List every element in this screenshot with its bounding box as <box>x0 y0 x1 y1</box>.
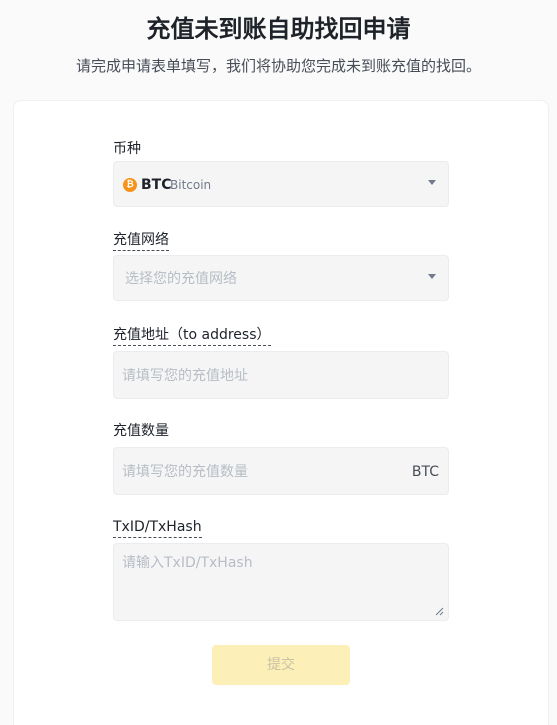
network-select[interactable]: 选择您的充值网络 <box>113 255 449 301</box>
network-placeholder: 选择您的充值网络 <box>125 271 237 287</box>
network-label: 充值网络 <box>113 231 169 251</box>
amount-input[interactable]: 请填写您的充值数量 BTC <box>113 447 449 495</box>
address-label: 充值地址（to address） <box>113 326 271 346</box>
txid-textarea[interactable]: 请输入TxID/TxHash <box>113 543 449 621</box>
page: 充值未到账自助找回申请 请完成申请表单填写，我们将协助您完成未到账充值的找回。 … <box>0 0 557 725</box>
caret-down-icon <box>428 274 436 279</box>
amount-placeholder: 请填写您的充值数量 <box>122 464 248 480</box>
coin-label: 币种 <box>113 141 141 157</box>
amount-unit: BTC <box>411 464 439 480</box>
page-subtitle: 请完成申请表单填写，我们将协助您完成未到账充值的找回。 <box>75 57 481 75</box>
coin-name: Bitcoin <box>170 178 212 192</box>
resize-handle-icon[interactable] <box>435 607 444 616</box>
txid-label: TxID/TxHash <box>113 518 202 538</box>
address-input[interactable]: 请填写您的充值地址 <box>113 351 449 399</box>
page-title: 充值未到账自助找回申请 <box>146 15 411 43</box>
bitcoin-icon: ₿ <box>123 178 137 192</box>
coin-select[interactable]: ₿ BTC Bitcoin <box>113 161 449 207</box>
amount-label: 充值数量 <box>113 423 169 439</box>
txid-placeholder: 请输入TxID/TxHash <box>122 555 253 571</box>
submit-button[interactable]: 提交 <box>212 645 350 685</box>
coin-symbol: BTC <box>141 177 172 193</box>
address-placeholder: 请填写您的充值地址 <box>122 368 248 384</box>
caret-down-icon <box>428 180 436 185</box>
